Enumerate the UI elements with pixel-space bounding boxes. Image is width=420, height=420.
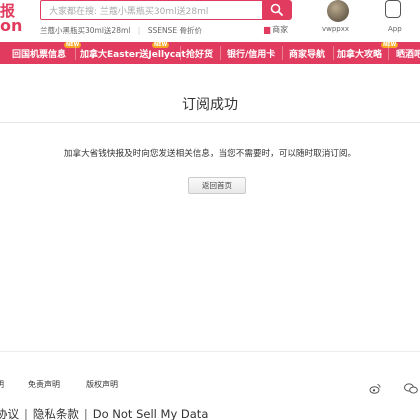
search-button[interactable] — [262, 0, 292, 20]
nav-item-deals[interactable]: 抢好货 — [186, 47, 213, 60]
page-title: 订阅成功 — [182, 97, 238, 113]
hot-link[interactable]: SSENSE 骨折价 — [148, 26, 202, 35]
nav-divider — [388, 46, 389, 60]
nav-item-flights[interactable]: 回国机票信息 NEW — [12, 42, 82, 60]
footer-link-disclaimer[interactable]: 免责声明 — [28, 379, 60, 390]
nav-divider — [180, 46, 181, 60]
hot-search-links: 兰蔻小黑瓶买30ml送28ml | SSENSE 骨折价 — [40, 26, 202, 35]
footer-link-copyright[interactable]: 版权声明 — [86, 379, 118, 390]
search-icon — [270, 3, 283, 16]
title-divider — [0, 122, 420, 123]
nav-item-label: 加拿大Easter送Jellycat — [80, 50, 186, 60]
new-badge: NEW — [152, 42, 170, 48]
username[interactable]: vwppxx — [322, 25, 349, 33]
nav-divider — [75, 46, 76, 60]
app-label[interactable]: App — [388, 25, 402, 33]
nav-item-bar[interactable]: 晒酒吧 — [396, 47, 420, 60]
back-home-button[interactable]: 返回首页 — [188, 177, 246, 194]
footer-link-do-not-sell[interactable]: Do Not Sell My Data — [93, 407, 209, 420]
nav-item-guides[interactable]: 加拿大攻略 NEW — [337, 42, 399, 60]
legal-links: 协议 | 隐私条款 | Do Not Sell My Data — [0, 406, 208, 420]
search-input[interactable]: 大家都在搜: 兰蔻小黑瓶买30ml送28ml — [40, 0, 262, 20]
user-avatar[interactable] — [327, 0, 349, 22]
nav-item-label: 晒酒吧 — [396, 50, 420, 60]
site-logo-bottom[interactable]: on — [0, 16, 22, 35]
wechat-icon[interactable] — [404, 383, 418, 397]
footer-link-agreement[interactable]: 协议 — [0, 407, 19, 420]
nav-divider — [282, 46, 283, 60]
search-placeholder: 大家都在搜: 兰蔻小黑瓶买30ml送28ml — [49, 7, 209, 17]
hot-link[interactable]: 兰蔻小黑瓶买30ml送28ml — [40, 26, 130, 35]
merchant-label: 商家 — [272, 25, 289, 34]
nav-item-merchants[interactable]: 商家导航 — [289, 47, 325, 60]
nav-divider — [220, 46, 221, 60]
nav-item-label: 抢好货 — [186, 50, 214, 60]
nav-item-label: 加拿大攻略 — [337, 50, 383, 60]
store-icon: ▆ — [264, 25, 271, 34]
subscription-message: 加拿大省钱快报及时向您发送相关信息，当您不需要时，可以随时取消订阅。 — [63, 149, 357, 159]
new-badge: NEW — [64, 42, 82, 48]
footer-link-privacy[interactable]: 隐私条款 — [33, 407, 79, 420]
phone-icon[interactable] — [385, 0, 401, 18]
nav-item-jellycat[interactable]: 加拿大Easter送Jellycat NEW — [80, 42, 186, 60]
merchant-link[interactable]: ▆ 商家 — [264, 24, 288, 35]
weibo-icon[interactable] — [369, 383, 381, 397]
nav-divider — [333, 46, 334, 60]
nav-item-label: 银行/信用卡 — [227, 50, 276, 60]
nav-item-banks[interactable]: 银行/信用卡 — [227, 47, 275, 60]
nav-item-label: 商家导航 — [289, 50, 326, 60]
nav-item-label: 回国机票信息 — [12, 50, 67, 60]
footer-link-statement[interactable]: 明 — [0, 379, 4, 390]
main-nav: 回国机票信息 NEW 加拿大Easter送Jellycat NEW 抢好货 银行… — [0, 42, 420, 64]
header: 报 on 大家都在搜: 兰蔻小黑瓶买30ml送28ml 兰蔻小黑瓶买30ml送2… — [0, 0, 420, 38]
footer-divider — [0, 351, 420, 352]
